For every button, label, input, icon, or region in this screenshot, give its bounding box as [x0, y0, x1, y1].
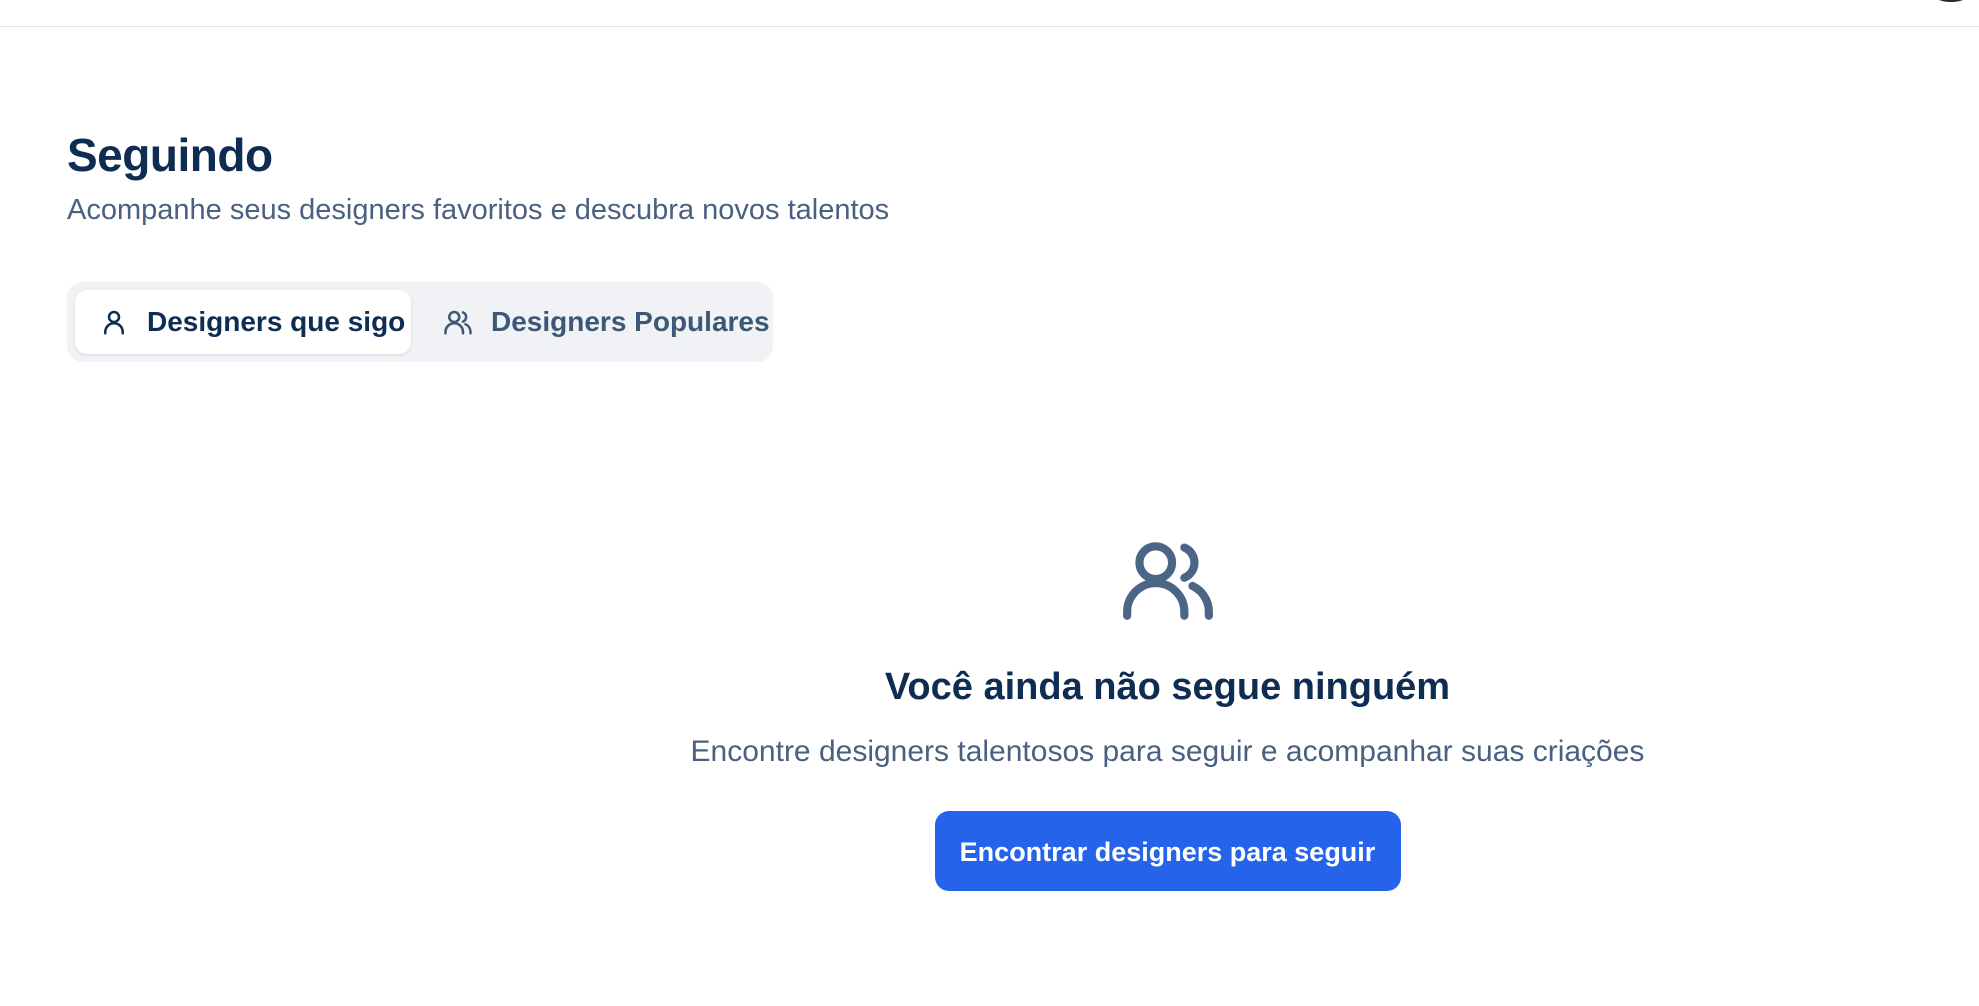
find-designers-button[interactable]: Encontrar designers para seguir: [934, 811, 1401, 891]
user-icon: [99, 307, 129, 337]
users-icon: [1119, 530, 1217, 628]
tab-label: Designers Populares: [491, 306, 770, 337]
page-title: Seguindo: [67, 129, 273, 181]
empty-state-description: Encontre designers talentosos para segui…: [690, 735, 1645, 768]
tab-designers-que-sigo[interactable]: Designers que sigo: [75, 290, 411, 354]
empty-state: Você ainda não segue ninguém Encontre de…: [620, 530, 1715, 891]
empty-state-title: Você ainda não segue ninguém: [884, 666, 1451, 708]
avatar[interactable]: [1931, 0, 1971, 2]
users-icon: [443, 307, 473, 337]
top-bar: [0, 0, 1979, 27]
tab-bar: Designers que sigo Designers Populares: [67, 282, 773, 362]
tab-label: Designers que sigo: [147, 306, 406, 337]
page-subtitle: Acompanhe seus designers favoritos e des…: [67, 194, 890, 226]
tab-designers-populares[interactable]: Designers Populares: [419, 290, 770, 354]
